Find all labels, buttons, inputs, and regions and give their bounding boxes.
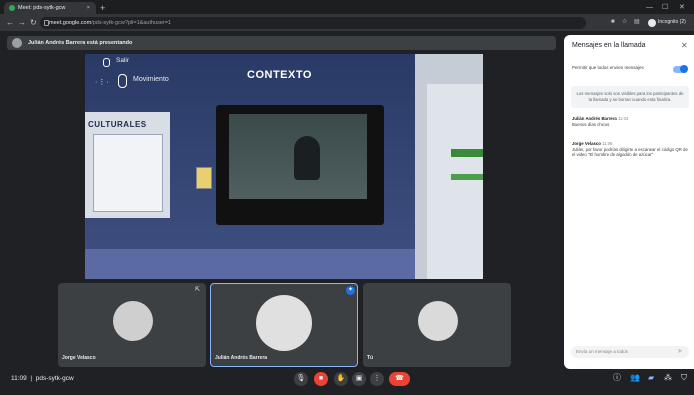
shared-screen[interactable]: CULTURALES CONTEXTO Salir ·⋮· Movimiento bbox=[85, 54, 483, 279]
participant-tile[interactable]: Tú bbox=[363, 283, 511, 367]
video-figure bbox=[294, 136, 320, 180]
info-panel-diagram bbox=[93, 134, 163, 212]
host-controls-icon[interactable]: ⛉ bbox=[681, 371, 687, 385]
star-icon[interactable]: ☆ bbox=[622, 14, 627, 31]
participant-name: Julián Andrés Barrera bbox=[215, 355, 268, 361]
leave-call-button[interactable]: ☎ bbox=[389, 372, 410, 386]
presenter-avatar-icon bbox=[12, 38, 22, 48]
exit-label: Salir bbox=[116, 57, 130, 64]
close-tab-icon[interactable]: × bbox=[87, 2, 90, 14]
maximize-icon[interactable]: ☐ bbox=[662, 2, 668, 14]
chat-message: Jorge Velasco 11:06 Julián, por favor po… bbox=[572, 141, 688, 157]
reload-icon[interactable]: ↻ bbox=[30, 14, 37, 31]
participant-name: Tú bbox=[367, 355, 374, 361]
scene-plant bbox=[451, 149, 483, 157]
send-icon[interactable]: ➤ bbox=[677, 346, 683, 358]
people-icon[interactable]: 👥 bbox=[630, 371, 640, 385]
chat-message: Julián Andrés Barrera 11:04 Buenos días … bbox=[572, 116, 629, 127]
url-text[interactable]: meet.google.com/pds-sytk-gcw?pli=1&authu… bbox=[49, 17, 171, 29]
camera-icon[interactable]: ■ bbox=[611, 14, 615, 31]
mouse-drag-icon bbox=[118, 74, 127, 88]
info-panel-heading: CULTURALES bbox=[88, 120, 147, 129]
move-keys-icon: ·⋮· bbox=[95, 79, 110, 86]
minimize-icon[interactable]: — bbox=[646, 2, 653, 14]
info-icon[interactable]: ⓘ bbox=[613, 371, 621, 385]
audio-indicator-icon: ✦ bbox=[346, 286, 355, 295]
meeting-time-and-code: 11:09 | pds-sytk-gcw bbox=[11, 375, 74, 382]
toggle-label: Permitir que todos envíen mensajes bbox=[572, 65, 644, 70]
pin-icon[interactable]: ⇱ bbox=[195, 286, 200, 293]
extension-icon[interactable]: ▤ bbox=[634, 14, 640, 31]
present-button[interactable]: ▣ bbox=[352, 372, 366, 386]
scene-title: CONTEXTO bbox=[247, 69, 312, 81]
close-icon[interactable]: ✕ bbox=[681, 41, 688, 50]
window-close-icon[interactable]: ✕ bbox=[679, 2, 685, 14]
qr-code-icon bbox=[196, 167, 212, 189]
incognito-icon[interactable] bbox=[648, 19, 656, 27]
chat-title: Mensajes en la llamada bbox=[572, 42, 646, 49]
raise-hand-button[interactable]: ✋ bbox=[334, 372, 348, 386]
scene-wall-panel bbox=[427, 84, 483, 279]
tab-title: Meet: pds-sytk-gcw bbox=[18, 5, 66, 11]
activities-icon[interactable]: ⁂ bbox=[664, 371, 672, 385]
mic-button[interactable]: 🎙 bbox=[294, 372, 308, 386]
camera-off-button[interactable]: ■ bbox=[314, 372, 328, 386]
chat-info-box: Los mensajes solo son visibles para los … bbox=[571, 86, 689, 108]
move-label: Movimiento bbox=[133, 76, 169, 83]
new-tab-icon[interactable]: + bbox=[100, 2, 105, 14]
chat-icon[interactable]: ▰ bbox=[648, 371, 654, 385]
presenter-banner-text: Julián Andrés Barrera está presentando bbox=[28, 40, 133, 46]
browser-tab[interactable]: Meet: pds-sytk-gcw × bbox=[4, 2, 96, 14]
incognito-label: Incognito (2) bbox=[658, 19, 686, 25]
back-icon[interactable]: ← bbox=[6, 14, 14, 31]
participant-tile-active[interactable]: ✦ Julián Andrés Barrera bbox=[210, 283, 358, 367]
avatar bbox=[113, 301, 153, 341]
chat-input[interactable]: Envía un mensaje a todos bbox=[571, 346, 689, 358]
avatar bbox=[256, 295, 312, 351]
forward-icon[interactable]: → bbox=[18, 14, 26, 31]
more-options-button[interactable]: ⋮ bbox=[370, 372, 384, 386]
scene-plant bbox=[451, 174, 483, 180]
meet-favicon-icon bbox=[9, 5, 15, 11]
participant-tile[interactable]: ⇱ Jorge Velasco bbox=[58, 283, 206, 367]
avatar bbox=[418, 301, 458, 341]
participant-name: Jorge Velasco bbox=[62, 355, 96, 361]
toggle-knob[interactable] bbox=[680, 65, 688, 73]
mouse-icon bbox=[103, 58, 110, 67]
